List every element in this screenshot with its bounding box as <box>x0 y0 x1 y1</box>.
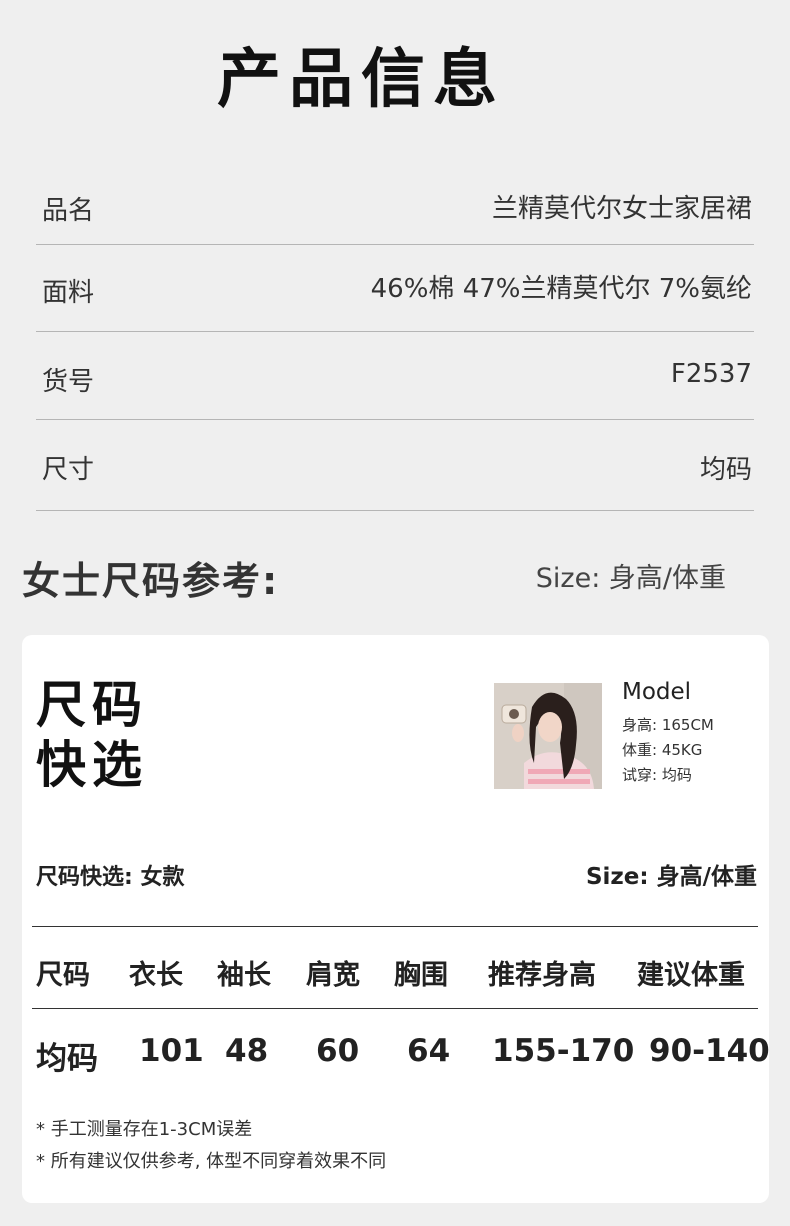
info-value: 兰精莫代尔女士家居裙 <box>491 194 752 224</box>
table-header-cell: 胸围 <box>394 960 448 991</box>
model-name: Model <box>622 679 692 705</box>
quick-select-label: 尺码快选: 女款 <box>36 865 185 890</box>
info-row-name: 品名 兰精莫代尔女士家居裙 <box>36 176 754 245</box>
quick-title-line: 快选 <box>36 736 148 794</box>
fit-disclaimer-note: * 所有建议仅供参考, 体型不同穿着效果不同 <box>36 1151 387 1172</box>
table-value-cell: 60 <box>316 1033 360 1069</box>
table-header-cell: 建议体重 <box>637 960 745 991</box>
model-info: Model 身高: 165CM 体重: 45KG 试穿: 均码 <box>622 679 714 788</box>
info-row-item-number: 货号 F2537 <box>36 331 754 420</box>
table-value-cell: 48 <box>225 1033 269 1069</box>
info-row-fabric: 面料 46%棉 47%兰精莫代尔 7%氨纶 <box>36 244 754 332</box>
size-card: 尺码 快选 Model 身高: 165CM 体重: 45KG 试穿: 均码 尺码… <box>22 635 770 1203</box>
table-value-cell: 90-140 <box>649 1033 770 1069</box>
size-reference-heading: 女士尺码参考: <box>22 559 280 603</box>
info-value: F2537 <box>670 359 752 389</box>
quick-title-line: 尺码 <box>36 676 148 734</box>
table-header-cell: 衣长 <box>129 960 183 991</box>
model-height: 身高: 165CM <box>622 716 714 734</box>
table-header-cell: 袖长 <box>217 960 271 991</box>
info-row-size: 尺寸 均码 <box>36 419 754 511</box>
table-mid-rule <box>32 1008 758 1009</box>
table-header-cell: 肩宽 <box>306 960 360 991</box>
quick-select-title: 尺码 快选 <box>36 675 148 795</box>
model-photo-illustration <box>494 683 602 789</box>
table-header-cell: 推荐身高 <box>488 960 596 991</box>
model-photo <box>494 683 602 789</box>
page-title: 产品信息 <box>217 43 505 117</box>
model-fit: 试穿: 均码 <box>622 766 692 784</box>
info-label: 货号 <box>42 367 95 397</box>
table-value-cell: 101 <box>139 1033 204 1069</box>
info-label: 尺寸 <box>42 455 95 485</box>
table-value-cell: 64 <box>407 1033 451 1069</box>
table-value-cell: 155-170 <box>492 1033 635 1069</box>
model-weight: 体重: 45KG <box>622 741 703 759</box>
table-header-cell: 尺码 <box>36 960 90 991</box>
size-reference-label: Size: 身高/体重 <box>535 563 726 594</box>
size-label: Size: 身高/体重 <box>585 864 757 890</box>
info-value: 均码 <box>699 455 752 485</box>
info-label: 品名 <box>42 196 95 226</box>
table-value-cell: 均码 <box>36 1041 98 1077</box>
measurement-note: * 手工测量存在1-3CM误差 <box>36 1119 253 1140</box>
info-value: 46%棉 47%兰精莫代尔 7%氨纶 <box>370 274 752 304</box>
table-top-rule <box>32 926 758 927</box>
info-label: 面料 <box>42 278 95 308</box>
